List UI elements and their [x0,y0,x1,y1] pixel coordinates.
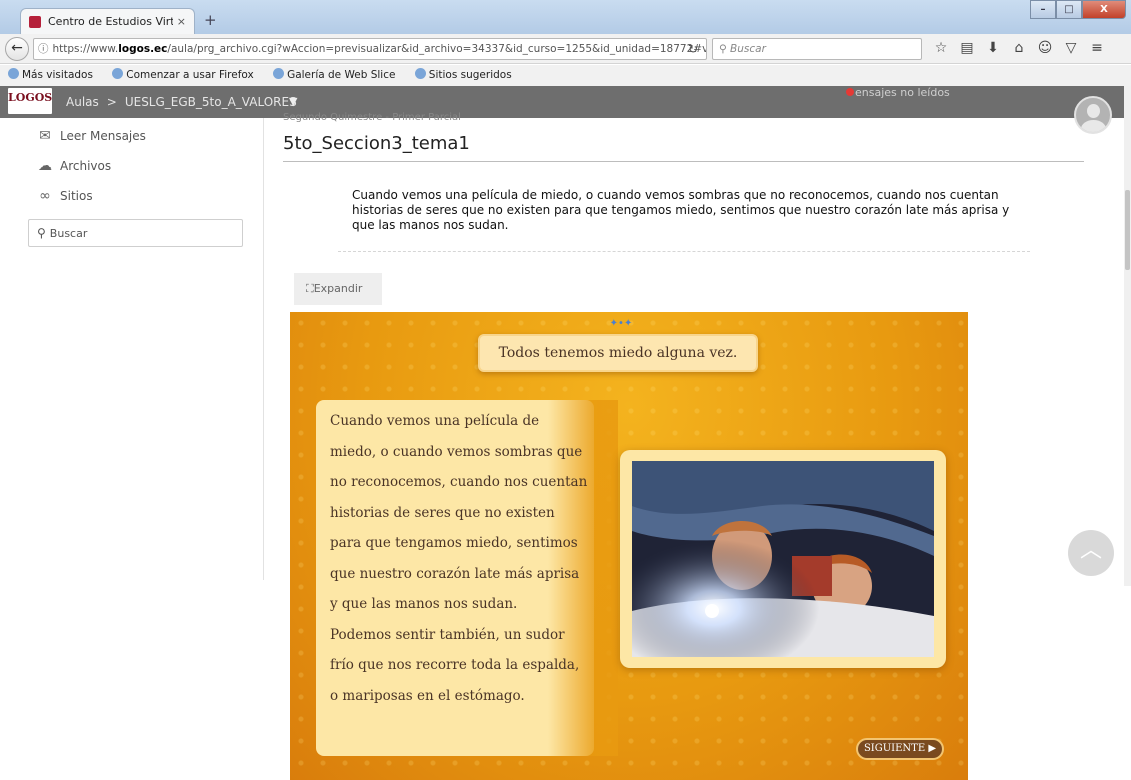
story-line: historias de seres que no existen [330,504,555,521]
page-title: 5to_Seccion3_tema1 [283,133,470,154]
unread-messages-link[interactable]: ensajes no leídos [846,86,950,99]
sidebar-item-label: Sitios [60,189,93,203]
story-line: para que tengamos miedo, sentimos [330,535,578,551]
chat-icon[interactable]: ☺ [1032,40,1058,56]
story-line: y que las manos nos sudan. [330,596,518,612]
browser-search-input[interactable]: ⚲ Buscar [712,38,922,60]
story-line: Podemos sentir también, un sudor [330,626,565,643]
search-icon: ⚲ [37,226,46,240]
window-controls: – □ X [1030,0,1126,19]
scrollbar-thumb[interactable] [1125,190,1130,270]
children-under-blanket-photo [632,461,934,657]
user-avatar[interactable] [1074,96,1112,134]
firefox-icon [112,68,124,79]
sidebar-search-placeholder: Buscar [49,227,88,240]
app-header: LOGOS Aulas > UESLG_EGB_5to_A_VALORES ▼ en… [0,86,1124,118]
maximize-button[interactable]: □ [1056,0,1082,19]
story-line: Cuando vemos una película de [330,413,540,429]
url-domain: logos.ec [118,43,168,55]
breadcrumb: Aulas > UESLG_EGB_5to_A_VALORES [66,95,297,109]
home-icon[interactable]: ⌂ [1006,40,1032,56]
web-slice-icon [273,68,285,79]
bookmark-web-slice[interactable]: Galería de Web Slice [273,68,403,81]
bookmark-suggested-sites[interactable]: Sitios sugeridos [414,68,520,81]
expand-icon: ⛶ [306,282,314,295]
cloud-icon: ☁ [38,158,52,174]
expand-label: Expandir [313,282,363,295]
notification-dot-icon [846,88,854,96]
play-arrow-icon: ▶ [928,743,937,754]
sidebar: ✉ Leer Mensajes ☁ Archivos ∞ Sitios ⚲ Buscar [0,118,264,580]
story-line: no reconocemos, cuando nos cuentan [330,474,588,490]
avatar-body-icon [1081,120,1106,132]
sidebar-item-leer-mensajes[interactable]: ✉ Leer Mensajes [36,128,146,144]
page-subtitle: Segundo Quimestre - Primer Parcial [283,112,461,123]
avatar-head-icon [1087,104,1100,118]
next-button[interactable]: SIGUIENTE ▶ [856,738,944,760]
slide-title-banner: Todos tenemos miedo alguna vez. [478,334,758,372]
search-icon: ⚲ [719,43,731,55]
sidebar-item-archivos[interactable]: ☁ Archivos [36,158,111,174]
expand-button[interactable]: ⛶Expandir [294,273,382,305]
browser-navbar: ← ⓘ https://www.logos.ec/aula/prg_archivo… [0,34,1131,64]
story-slide: ✦•✦ Todos tenemos miedo alguna vez. Cuan… [290,312,968,780]
story-line: que nuestro corazón late más aprisa [330,565,580,582]
story-line: o mariposas en el estómago. [330,687,525,704]
photo-frame [620,450,946,668]
course-dropdown-icon[interactable]: ▼ [289,95,297,108]
bookmark-star-icon[interactable]: ☆ [928,40,954,56]
chevron-up-icon: ︿ [1079,538,1102,563]
photo-illustration [632,461,934,657]
bookmarks-toolbar: Más visitados Comenzar a usar Firefox Ga… [0,65,1131,86]
sidebar-search-input[interactable]: ⚲ Buscar [28,219,243,247]
tab-close-icon[interactable]: × [177,15,186,28]
breadcrumb-separator-icon: > [106,95,117,109]
bookmark-icon [8,68,19,79]
story-line: frío que nos recorre toda la espalda, [330,657,580,673]
sidebar-item-label: Leer Mensajes [60,129,146,143]
story-text: Cuando vemos una película de miedo, o cu… [330,406,620,711]
breadcrumb-current[interactable]: UESLG_EGB_5to_A_VALORES [125,95,297,109]
title-divider [283,161,1084,162]
url-prefix: https://www. [52,43,119,55]
unread-messages-label: ensajes no leídos [855,86,950,99]
suggested-sites-icon [414,68,426,79]
bookmark-most-visited[interactable]: Más visitados [8,68,101,81]
page-info-icon[interactable]: ⓘ [38,43,49,55]
downloads-icon[interactable]: ⬇ [980,40,1006,56]
browser-titlebar: Centro de Estudios Virtuale... × + – □ X [0,0,1131,34]
next-label: SIGUIENTE [863,743,926,754]
browser-toolbar-icons: ☆ ▤ ⬇ ⌂ ☺ ▽ ≡ [928,40,1110,56]
sidebar-item-sitios[interactable]: ∞ Sitios [36,188,93,204]
site-favicon-icon [29,15,41,28]
breadcrumb-root[interactable]: Aulas [66,95,99,109]
sidebar-item-label: Archivos [60,159,112,173]
close-window-button[interactable]: X [1082,0,1126,19]
new-tab-button[interactable]: + [204,11,217,29]
link-icon: ∞ [39,188,51,204]
back-button[interactable]: ← [5,37,29,61]
dashed-divider [338,251,1030,252]
menu-icon[interactable]: ≡ [1084,40,1110,56]
logos-logo[interactable]: LOGOS [8,88,52,114]
pocket-icon[interactable]: ▽ [1058,40,1084,56]
tab-title: Centro de Estudios Virtuale... [48,15,173,28]
story-line: miedo, o cuando vemos sombras que [330,443,583,460]
intro-text: Cuando vemos una película de miedo, o cu… [352,188,1010,232]
page-scrollbar[interactable] [1124,86,1131,586]
scroll-to-top-button[interactable]: ︿ [1068,530,1114,576]
browser-tab[interactable]: Centro de Estudios Virtuale... × [20,8,195,34]
url-path: /aula/prg_archivo.cgi?wAccion=previsuali… [167,43,707,55]
reload-icon[interactable]: ↻ [688,39,698,59]
minimize-button[interactable]: – [1030,0,1056,19]
address-bar[interactable]: ⓘ https://www.logos.ec/aula/prg_archivo.c… [33,38,707,60]
bookmarks-menu-icon[interactable]: ▤ [954,40,980,56]
bookmark-getting-started[interactable]: Comenzar a usar Firefox [112,68,261,81]
browser-search-placeholder: Buscar [730,43,766,55]
mail-icon: ✉ [39,128,51,144]
